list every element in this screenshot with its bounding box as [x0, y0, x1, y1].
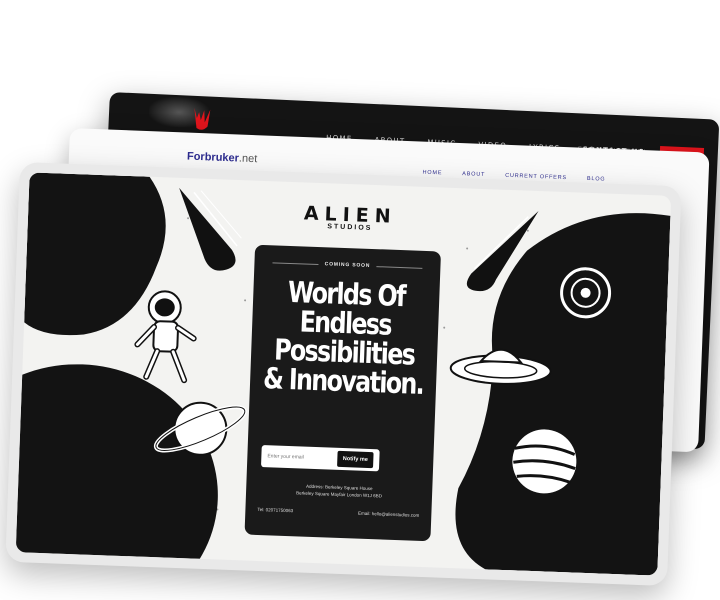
- comet-icon: [179, 187, 242, 271]
- headline-line: & Innovation.: [262, 361, 424, 401]
- brand-suffix: .net: [238, 152, 258, 166]
- brand-main: Forbruker: [186, 150, 240, 165]
- astronaut-icon: [134, 290, 197, 384]
- contact-info: Tel: 02071750063 Email: hello@alienstudi…: [257, 507, 419, 518]
- website-screen: ALIEN STUDIOS COMING SOON Worlds Of Endl…: [15, 172, 672, 576]
- coming-soon-label: COMING SOON: [266, 259, 428, 271]
- coming-soon-text: COMING SOON: [324, 261, 371, 269]
- phone[interactable]: Tel: 02071750063: [257, 507, 293, 513]
- notify-form: Notify me: [260, 445, 380, 472]
- email-link[interactable]: Email: hello@alienstudios.com: [358, 511, 420, 518]
- coming-soon-panel: COMING SOON Worlds Of Endless Possibilit…: [244, 244, 442, 542]
- email-input[interactable]: [267, 453, 334, 462]
- brand-logo[interactable]: Forbruker.net: [187, 151, 258, 166]
- headline: Worlds Of Endless Possibilities & Innova…: [261, 275, 429, 401]
- nav-home[interactable]: HOME: [422, 170, 442, 177]
- alien-studios-logo[interactable]: ALIEN STUDIOS: [280, 202, 421, 234]
- nav-about[interactable]: ABOUT: [462, 171, 485, 178]
- nav-blog[interactable]: BLOG: [587, 176, 606, 183]
- address: Address: Berkeley Square House Berkeley …: [258, 481, 420, 501]
- alien-studios-website-screenshot: ALIEN STUDIOS COMING SOON Worlds Of Endl…: [5, 162, 682, 586]
- notify-button[interactable]: Notify me: [337, 450, 374, 469]
